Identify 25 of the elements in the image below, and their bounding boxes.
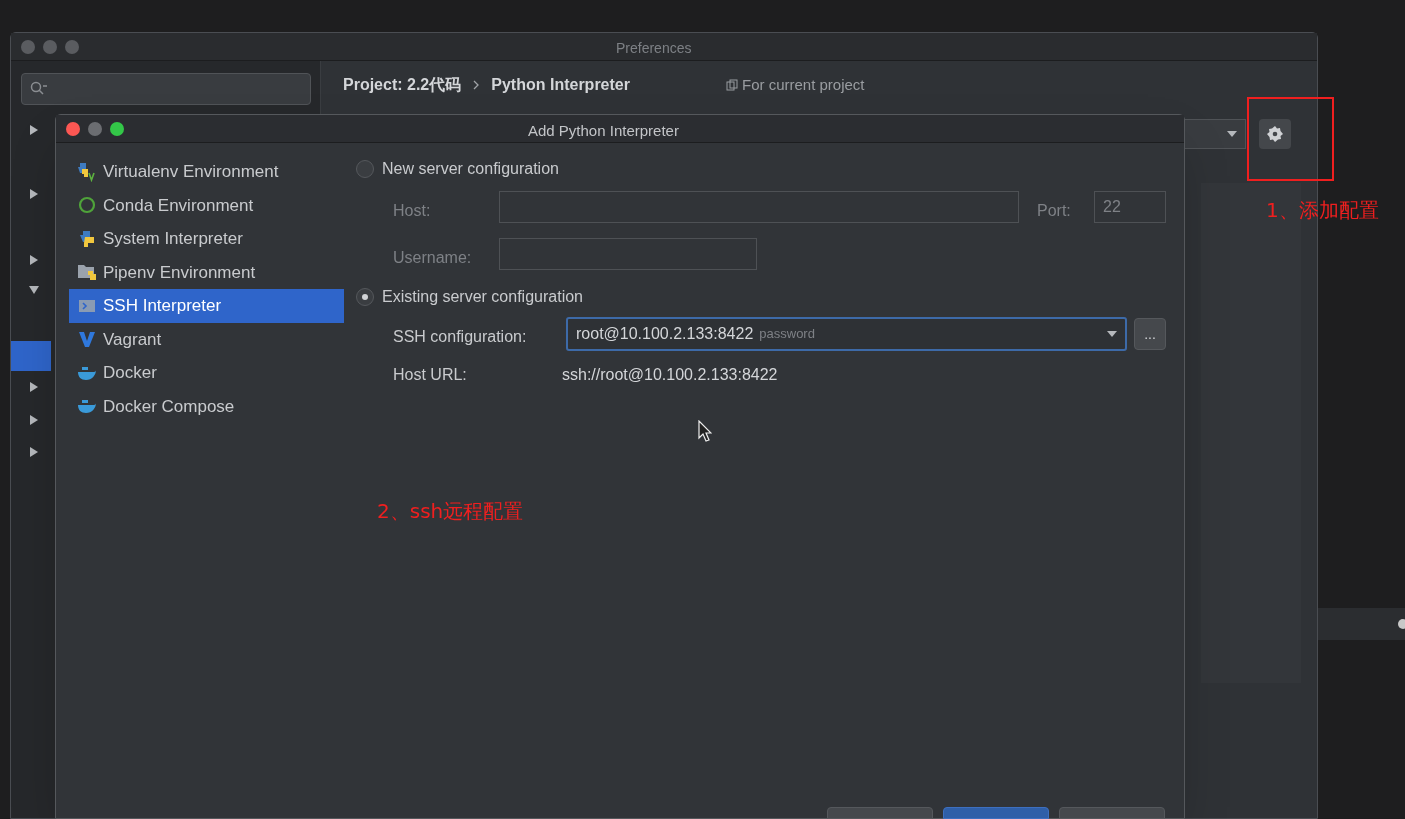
radio-label: Existing server configuration	[382, 287, 583, 307]
host-url-label: Host URL:	[393, 365, 467, 385]
ssh-configuration-label: SSH configuration:	[393, 327, 527, 347]
browse-button[interactable]: ...	[1134, 318, 1166, 350]
breadcrumb-item[interactable]: Project: 2.2代码	[343, 73, 462, 97]
ssh-configuration-dropdown[interactable]: root@10.100.2.133:8422 password	[566, 317, 1127, 351]
annotation-text: 1、添加配置	[1266, 197, 1379, 224]
interpreter-type-item[interactable]: Docker Compose	[69, 389, 344, 423]
interpreter-type-item[interactable]: Vagrant	[69, 322, 344, 356]
interpreter-type-item[interactable]: Virtualenv Environment	[69, 155, 344, 189]
interpreter-type-item[interactable]: SSH Interpreter	[69, 289, 344, 323]
host-label: Host:	[393, 201, 431, 221]
interpreter-type-item[interactable]: Conda Environment	[69, 188, 344, 222]
dialog-title: Add Python Interpreter	[528, 121, 679, 141]
interpreter-type-item[interactable]: Docker	[69, 356, 344, 390]
username-label: Username:	[393, 248, 472, 268]
annotation-text: 2、ssh远程配置	[377, 498, 524, 525]
radio-label: New server configuration	[382, 159, 559, 179]
port-label: Port:	[1037, 201, 1071, 221]
window-title: Preferences	[616, 39, 692, 58]
host-url-value: ssh://root@10.100.2.133:8422	[562, 365, 778, 385]
scope-label: For current project	[742, 75, 865, 95]
interpreter-type-item[interactable]: Pipenv Environment	[69, 255, 344, 289]
breadcrumb-item: Python Interpreter	[491, 75, 630, 95]
interpreter-type-item[interactable]: System Interpreter	[69, 222, 344, 256]
